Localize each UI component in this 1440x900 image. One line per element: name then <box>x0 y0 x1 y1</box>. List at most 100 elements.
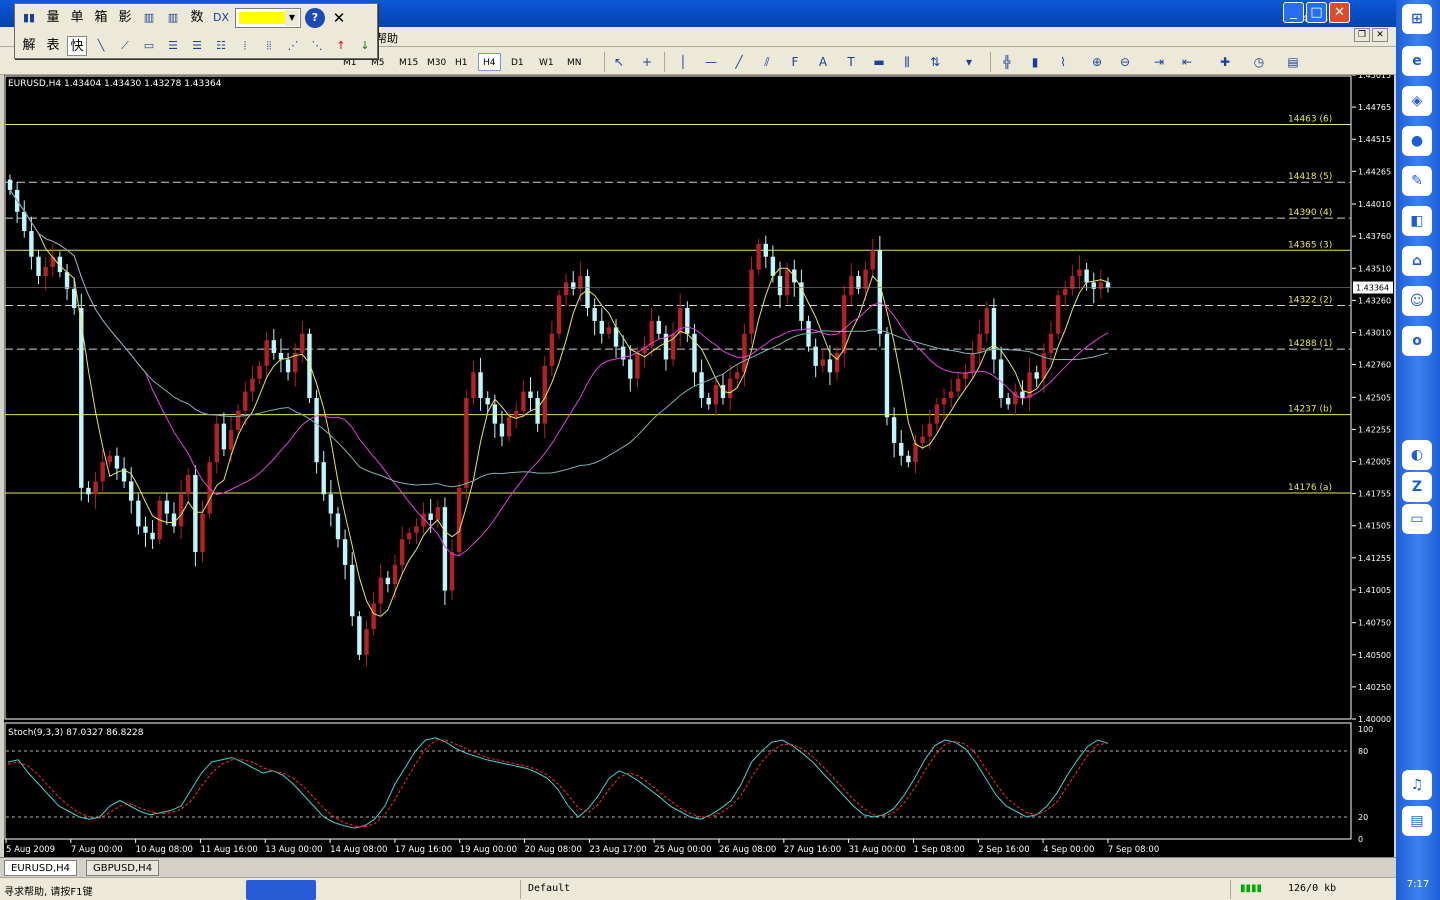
maximize-button[interactable]: □ <box>1306 2 1327 23</box>
zoom-in-icon[interactable]: ⊕ <box>1088 53 1106 71</box>
gann-icon[interactable]: ⫼ <box>898 53 916 71</box>
palette-item[interactable]: 量 <box>43 8 63 28</box>
arrows-icon[interactable]: ⇅ <box>926 53 944 71</box>
status-help: 寻求帮助, 请按F1键 <box>4 887 93 898</box>
candle-chart-icon[interactable]: ▮ <box>1026 53 1044 71</box>
messenger-icon[interactable]: ☺ <box>1402 286 1432 316</box>
candle-body <box>956 378 961 392</box>
candle-body <box>378 577 383 604</box>
candles-icon[interactable]: ▮▮ <box>19 8 39 28</box>
close-icon[interactable]: ✕ <box>329 8 349 28</box>
chart-window[interactable]: 1.40000 1.40250 1.40500 1.40750 1.41005 1.412… <box>4 75 1394 857</box>
palette-item[interactable]: 数 <box>187 8 207 28</box>
tab-eurusd[interactable]: EURUSD,H4 <box>4 860 78 876</box>
text-icon[interactable]: A <box>814 53 832 71</box>
tray-icon[interactable]: ▤ <box>1402 806 1432 836</box>
tab-gbpusd[interactable]: GBPUSD,H4 <box>86 860 160 876</box>
dx-icon[interactable]: DX <box>211 8 231 28</box>
channel-icon[interactable]: ⫽ <box>758 53 776 71</box>
crosshair-icon[interactable]: + <box>638 53 656 71</box>
fan-icon[interactable]: ⋰ <box>283 36 303 56</box>
close-button[interactable]: ✕ <box>1329 2 1350 23</box>
palette-item[interactable]: 解 <box>19 36 39 56</box>
label-icon[interactable]: T <box>842 53 860 71</box>
folder-icon[interactable]: ▭ <box>1402 504 1432 534</box>
fan-icon[interactable]: ⋱ <box>307 36 327 56</box>
timeframe-mn[interactable]: MN <box>562 53 587 71</box>
histogram-icon[interactable]: ▥ <box>139 8 159 28</box>
menu-help[interactable]: 帮助 <box>376 30 398 46</box>
cycle-lines-icon[interactable]: ⦙⦙ <box>259 36 279 56</box>
palette-item[interactable]: 表 <box>43 36 63 56</box>
timeframe-d1[interactable]: D1 <box>506 53 529 71</box>
auto-scroll-icon[interactable]: ⇥ <box>1150 53 1168 71</box>
app-icon[interactable]: Z <box>1402 472 1432 502</box>
fib-tool-icon[interactable]: ☰ <box>163 36 183 56</box>
timeframe-h1[interactable]: H1 <box>450 53 473 71</box>
tray-icon[interactable]: ♫ <box>1402 770 1432 800</box>
taskbar-button[interactable] <box>246 880 316 900</box>
price-tick-label: 1.43510 <box>1358 264 1391 273</box>
candle-body <box>749 269 754 334</box>
color-picker[interactable]: ▼ <box>235 8 301 28</box>
zoom-out-icon[interactable]: ⊖ <box>1116 53 1134 71</box>
cursor-icon[interactable]: ↖ <box>610 53 628 71</box>
arrow-up-icon[interactable]: ↑ <box>331 36 351 56</box>
candle-body <box>514 410 519 418</box>
stoch-tick-label: 100 <box>1358 725 1373 734</box>
timeframe-w1[interactable]: W1 <box>534 53 559 71</box>
candle-body <box>991 308 997 360</box>
palette-item[interactable]: 单 <box>67 8 87 28</box>
templates-icon[interactable]: ▤ <box>1284 53 1302 71</box>
rectangle-icon[interactable]: ▬ <box>870 53 888 71</box>
app-icon[interactable]: ⌂ <box>1402 246 1432 276</box>
indicators-icon[interactable]: ✚ <box>1216 53 1234 71</box>
mdi-close-button[interactable]: ✕ <box>1372 28 1388 42</box>
line-tool-icon[interactable]: ╲ <box>91 36 111 56</box>
candle-body <box>364 629 369 655</box>
candle-body <box>1020 391 1025 398</box>
timeframe-m30[interactable]: M30 <box>422 53 451 71</box>
time-tick-label: 4 Sep 00:00 <box>1043 845 1094 855</box>
cycle-lines-icon[interactable]: ⦙ <box>235 36 255 56</box>
ie-icon[interactable]: e <box>1402 46 1432 76</box>
timeframe-h4[interactable]: H4 <box>478 53 501 71</box>
fibonacci-icon[interactable]: F <box>786 53 804 71</box>
app-icon[interactable]: ● <box>1402 126 1432 156</box>
candle-body <box>164 500 170 514</box>
help-icon[interactable]: ? <box>305 8 325 28</box>
line-chart-icon[interactable]: ⌇ <box>1054 53 1072 71</box>
timeframe-m15[interactable]: M15 <box>394 53 423 71</box>
horizontal-line-icon[interactable]: — <box>702 53 720 71</box>
arrow-down-icon[interactable]: ↓ <box>355 36 375 56</box>
app-icon[interactable]: ◐ <box>1402 440 1432 470</box>
fib-time-icon[interactable]: ☷ <box>211 36 231 56</box>
fib-expansion-icon[interactable]: ☰ <box>187 36 207 56</box>
trendline-icon[interactable]: ╱ <box>730 53 748 71</box>
windows-flag-icon[interactable]: ⊞ <box>1402 4 1432 34</box>
candle-body <box>813 346 818 366</box>
chart-canvas[interactable]: 1.40000 1.40250 1.40500 1.40750 1.41005 1.412… <box>4 75 1394 857</box>
app-icon[interactable]: o <box>1402 326 1432 356</box>
chart-shift-icon[interactable]: ⇤ <box>1178 53 1196 71</box>
vertical-line-icon[interactable]: │ <box>674 53 692 71</box>
app-icon[interactable]: ◈ <box>1402 86 1432 116</box>
candle-body <box>221 423 227 450</box>
rectangle-tool-icon[interactable]: ▭ <box>139 36 159 56</box>
candle-body <box>207 462 212 514</box>
histogram-icon[interactable]: ▥ <box>163 8 183 28</box>
candle-body <box>1077 269 1082 276</box>
ray-tool-icon[interactable]: ⟋ <box>115 36 135 56</box>
bar-chart-icon[interactable]: ╬ <box>998 53 1016 71</box>
app-icon[interactable]: ◧ <box>1402 206 1432 236</box>
palette-item[interactable]: 影 <box>115 8 135 28</box>
mdi-restore-button[interactable]: ❐ <box>1354 28 1370 42</box>
palette-item[interactable]: 快 <box>67 36 87 56</box>
shapes-dropdown-icon[interactable]: ▾ <box>960 53 978 71</box>
price-tick-label: 1.44515 <box>1358 135 1391 144</box>
palette-item[interactable]: 箱 <box>91 8 111 28</box>
minimize-button[interactable]: _ <box>1283 2 1304 23</box>
periods-icon[interactable]: ◷ <box>1250 53 1268 71</box>
candle-body <box>884 333 890 418</box>
app-icon[interactable]: ✎ <box>1402 166 1432 196</box>
